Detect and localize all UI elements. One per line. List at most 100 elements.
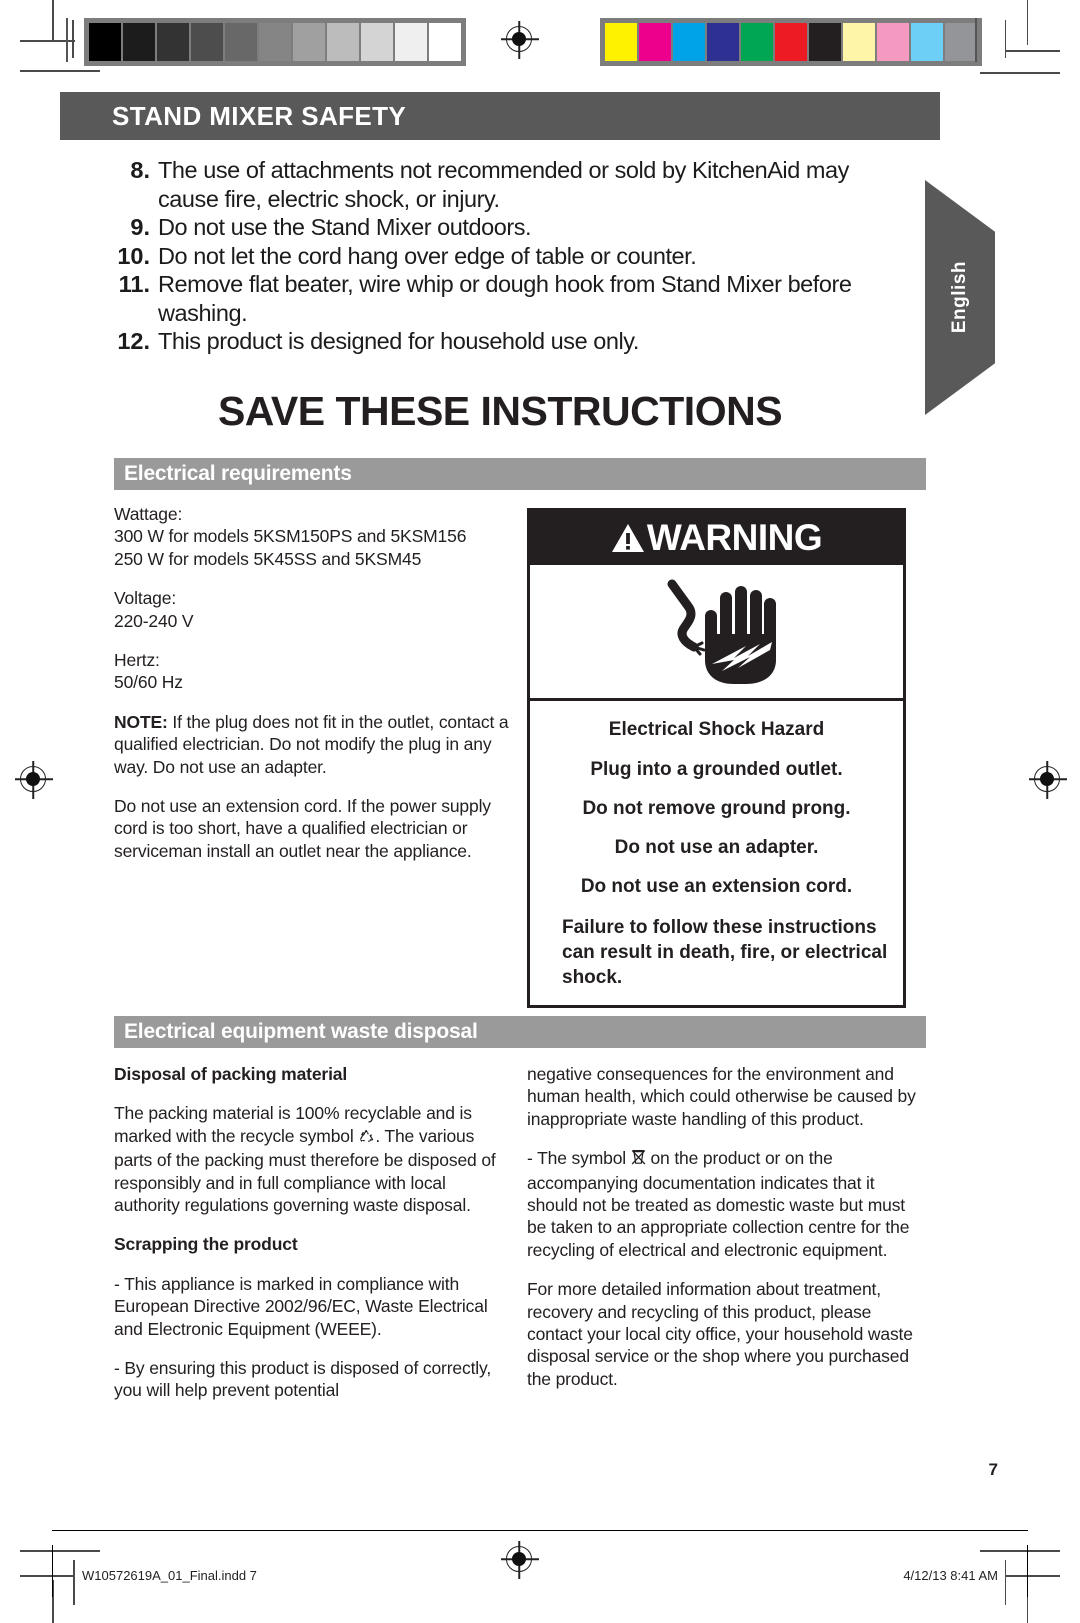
list-item-text: Remove flat beater, wire whip or dough h… xyxy=(158,271,852,326)
color-swatch-2 xyxy=(673,23,705,61)
warning-title: WARNING xyxy=(646,517,823,558)
warning-triangle-icon xyxy=(611,524,644,552)
note-body: If the plug does not fit in the outlet, … xyxy=(114,711,509,777)
footer-filename: W10572619A_01_Final.indd 7 xyxy=(82,1568,257,1583)
crop-mark xyxy=(20,1550,100,1552)
packing-material-paragraph: The packing material is 100% recyclable … xyxy=(114,1102,496,1216)
section-title: Electrical requirements xyxy=(124,462,352,485)
grayscale-swatch-5 xyxy=(259,23,291,61)
grayscale-swatch-7 xyxy=(327,23,359,61)
note-label: NOTE: xyxy=(114,711,168,732)
registration-mark xyxy=(20,766,46,792)
hertz-label: Hertz: xyxy=(114,650,160,671)
hertz-value: 50/60 Hz xyxy=(114,672,183,693)
plug-note: NOTE: If the plug does not fit in the ou… xyxy=(114,711,509,778)
color-swatch-10 xyxy=(945,23,977,61)
list-item-number: 9. xyxy=(130,214,150,240)
wattage-line-2: 250 W for models 5K45SS and 5KSM45 xyxy=(114,548,422,569)
crossed-out-wheelie-bin-icon xyxy=(631,1149,646,1171)
registration-mark xyxy=(506,1546,532,1572)
color-calibration-strip xyxy=(600,18,982,66)
color-swatch-3 xyxy=(707,23,739,61)
footer-left-rule xyxy=(52,1545,53,1597)
crop-mark xyxy=(1005,1575,1060,1577)
language-tab-label: English xyxy=(949,261,970,334)
save-instructions-heading: SAVE THESE INSTRUCTIONS xyxy=(217,388,783,434)
scrapping-paragraph-1: - This appliance is marked in compliance… xyxy=(114,1273,488,1339)
safety-instruction-list: 8. The use of attachments not recommende… xyxy=(112,156,902,356)
crop-mark xyxy=(1005,50,1060,52)
weee-text-part-1: - The symbol xyxy=(527,1148,631,1169)
grayscale-swatch-9 xyxy=(395,23,427,61)
list-item-text: The use of attachments not recommended o… xyxy=(158,157,849,212)
footer-divider xyxy=(52,1530,1028,1531)
electrical-requirements-text: Wattage: 300 W for models 5KSM150PS and … xyxy=(114,503,509,862)
crop-mark xyxy=(73,1560,75,1605)
color-swatch-8 xyxy=(877,23,909,61)
crop-mark xyxy=(52,0,54,42)
warning-header: WARNING xyxy=(530,511,903,565)
crop-mark xyxy=(20,1575,75,1577)
waste-disposal-left-column: Disposal of packing material The packing… xyxy=(114,1063,496,1402)
list-item-text: Do not let the cord hang over edge of ta… xyxy=(158,242,697,269)
crop-mark xyxy=(1004,20,1006,58)
color-swatch-1 xyxy=(639,23,671,61)
grayscale-swatch-8 xyxy=(361,23,393,61)
list-item-number: 11. xyxy=(118,271,150,297)
list-item-number: 8. xyxy=(130,157,150,183)
grayscale-swatch-6 xyxy=(293,23,325,61)
weee-symbol-paragraph: - The symbol on the product or on the ac… xyxy=(527,1147,917,1261)
list-item: 12. This product is designed for househo… xyxy=(112,327,902,356)
warning-item: Do not remove ground prong. xyxy=(582,798,851,819)
right-paragraph-1: negative consequences for the environmen… xyxy=(527,1064,916,1129)
language-side-tab: English xyxy=(925,180,995,415)
grayscale-swatch-2 xyxy=(157,23,189,61)
crop-mark xyxy=(20,70,100,72)
warning-item: Plug into a grounded outlet. xyxy=(590,759,843,780)
list-item: 11. Remove flat beater, wire whip or dou… xyxy=(112,270,902,327)
crop-mark xyxy=(980,72,1060,74)
crop-mark xyxy=(980,1550,1060,1552)
chapter-title: STAND MIXER SAFETY xyxy=(112,100,407,131)
color-swatch-4 xyxy=(741,23,773,61)
chapter-header-bar: STAND MIXER SAFETY xyxy=(60,92,940,140)
list-item: 9. Do not use the Stand Mixer outdoors. xyxy=(112,213,902,242)
color-swatch-5 xyxy=(775,23,807,61)
extension-cord-note: Do not use an extension cord. If the pow… xyxy=(114,796,491,861)
hazard-title: Electrical Shock Hazard xyxy=(608,719,825,740)
section-bar-electrical-requirements: Electrical requirements xyxy=(114,458,926,490)
color-swatch-7 xyxy=(843,23,875,61)
registration-mark xyxy=(1034,766,1060,792)
strip-tick xyxy=(66,18,68,62)
page-number: 7 xyxy=(988,1460,998,1479)
grayscale-swatch-1 xyxy=(123,23,155,61)
scrapping-heading: Scrapping the product xyxy=(114,1234,298,1255)
section-bar-waste-disposal: Electrical equipment waste disposal xyxy=(114,1016,926,1048)
voltage-value: 220-240 V xyxy=(114,610,194,631)
registration-mark xyxy=(506,26,532,52)
warning-failure-text: Failure to follow these instructions can… xyxy=(562,917,888,988)
right-paragraph-3: For more detailed information about trea… xyxy=(527,1279,913,1389)
list-item-number: 10. xyxy=(117,242,150,269)
list-item-text: This product is designed for household u… xyxy=(158,328,639,354)
packing-material-heading: Disposal of packing material xyxy=(114,1064,348,1084)
list-item-text: Do not use the Stand Mixer outdoors. xyxy=(158,214,532,240)
warning-item: Do not use an extension cord. xyxy=(580,876,853,897)
warning-message-body: Electrical Shock Hazard Plug into a grou… xyxy=(530,701,903,990)
list-item: 10. Do not let the cord hang over edge o… xyxy=(112,242,902,271)
footer-timestamp: 4/12/13 8:41 AM xyxy=(903,1568,998,1583)
electric-shock-hand-icon xyxy=(530,565,903,701)
color-swatch-0 xyxy=(605,23,637,61)
crop-mark xyxy=(1026,0,1028,45)
list-item: 8. The use of attachments not recommende… xyxy=(112,156,902,213)
wattage-line-1: 300 W for models 5KSM150PS and 5KSM156 xyxy=(114,526,467,547)
grayscale-swatch-0 xyxy=(89,23,121,61)
section-title: Electrical equipment waste disposal xyxy=(124,1020,478,1043)
waste-disposal-right-column: negative consequences for the environmen… xyxy=(527,1063,917,1390)
footer-right-rule xyxy=(1027,1545,1028,1597)
crop-mark xyxy=(1004,1560,1006,1605)
strip-tick xyxy=(975,18,977,62)
warning-item: Do not use an adapter. xyxy=(614,837,819,858)
page-canvas: STAND MIXER SAFETY English 8. The use of… xyxy=(0,0,1080,1623)
color-swatch-9 xyxy=(911,23,943,61)
